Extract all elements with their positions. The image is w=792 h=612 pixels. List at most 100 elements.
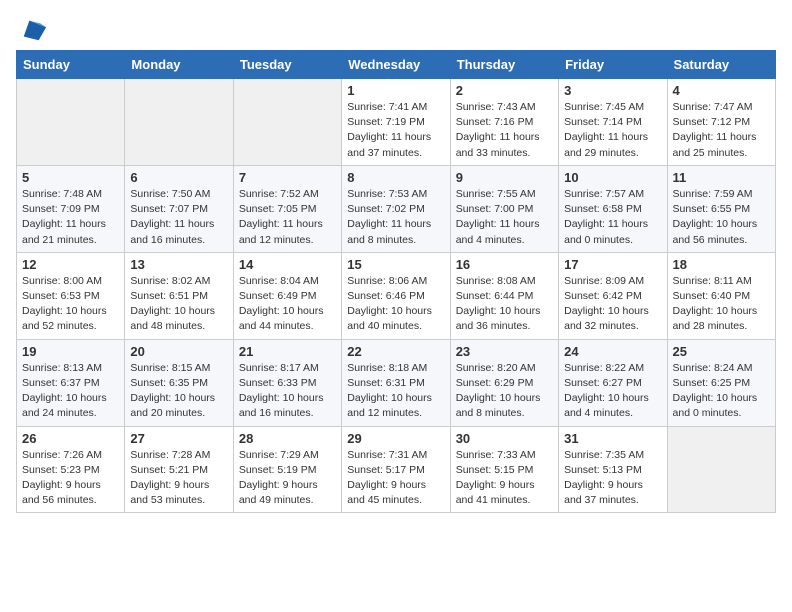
calendar-table: SundayMondayTuesdayWednesdayThursdayFrid… (16, 50, 776, 513)
day-number: 10 (564, 170, 661, 185)
day-info: Sunrise: 8:24 AMSunset: 6:25 PMDaylight:… (673, 361, 770, 422)
calendar-cell: 23 Sunrise: 8:20 AMSunset: 6:29 PMDayligh… (450, 339, 558, 426)
weekday-header-wednesday: Wednesday (342, 51, 450, 79)
day-info: Sunrise: 7:50 AMSunset: 7:07 PMDaylight:… (130, 187, 227, 248)
calendar-cell: 13Sunrise: 8:02 AMSunset: 6:51 PMDayligh… (125, 252, 233, 339)
day-number: 8 (347, 170, 444, 185)
weekday-header-thursday: Thursday (450, 51, 558, 79)
day-info: Sunrise: 8:20 AMSunset: 6:29 PMDaylight:… (456, 361, 553, 422)
day-info: Sunrise: 7:52 AMSunset: 7:05 PMDaylight:… (239, 187, 336, 248)
calendar-cell (125, 79, 233, 166)
weekday-header-tuesday: Tuesday (233, 51, 341, 79)
day-info: Sunrise: 7:29 AMSunset: 5:19 PMDaylight:… (239, 448, 336, 509)
calendar-cell: 26 Sunrise: 7:26 AMSunset: 5:23 PMDayligh… (17, 426, 125, 513)
calendar-cell: 18 Sunrise: 8:11 AMSunset: 6:40 PMDayligh… (667, 252, 775, 339)
day-number: 17 (564, 257, 661, 272)
weekday-header-monday: Monday (125, 51, 233, 79)
day-number: 9 (456, 170, 553, 185)
day-info: Sunrise: 7:41 AMSunset: 7:19 PMDaylight:… (347, 100, 444, 161)
day-number: 14 (239, 257, 336, 272)
calendar-cell: 27 Sunrise: 7:28 AMSunset: 5:21 PMDayligh… (125, 426, 233, 513)
day-number: 30 (456, 431, 553, 446)
day-info: Sunrise: 8:02 AMSunset: 6:51 PMDaylight:… (130, 274, 227, 335)
weekday-header-sunday: Sunday (17, 51, 125, 79)
day-number: 5 (22, 170, 119, 185)
calendar-cell: 25 Sunrise: 8:24 AMSunset: 6:25 PMDayligh… (667, 339, 775, 426)
day-info: Sunrise: 7:55 AMSunset: 7:00 PMDaylight:… (456, 187, 553, 248)
day-number: 12 (22, 257, 119, 272)
calendar-cell: 22Sunrise: 8:18 AMSunset: 6:31 PMDayligh… (342, 339, 450, 426)
day-info: Sunrise: 7:43 AMSunset: 7:16 PMDaylight:… (456, 100, 553, 161)
calendar-cell: 10Sunrise: 7:57 AMSunset: 6:58 PMDayligh… (559, 165, 667, 252)
calendar-cell: 8 Sunrise: 7:53 AMSunset: 7:02 PMDaylight… (342, 165, 450, 252)
calendar-cell: 11 Sunrise: 7:59 AMSunset: 6:55 PMDayligh… (667, 165, 775, 252)
day-info: Sunrise: 8:17 AMSunset: 6:33 PMDaylight:… (239, 361, 336, 422)
day-info: Sunrise: 7:45 AMSunset: 7:14 PMDaylight:… (564, 100, 661, 161)
calendar-cell: 17 Sunrise: 8:09 AMSunset: 6:42 PMDayligh… (559, 252, 667, 339)
calendar-cell: 19 Sunrise: 8:13 AMSunset: 6:37 PMDayligh… (17, 339, 125, 426)
day-number: 20 (130, 344, 227, 359)
day-info: Sunrise: 8:08 AMSunset: 6:44 PMDaylight:… (456, 274, 553, 335)
day-info: Sunrise: 7:26 AMSunset: 5:23 PMDaylight:… (22, 448, 119, 509)
day-info: Sunrise: 8:04 AMSunset: 6:49 PMDaylight:… (239, 274, 336, 335)
day-info: Sunrise: 7:48 AMSunset: 7:09 PMDaylight:… (22, 187, 119, 248)
calendar-cell (667, 426, 775, 513)
day-number: 27 (130, 431, 227, 446)
calendar-cell: 1 Sunrise: 7:41 AMSunset: 7:19 PMDaylight… (342, 79, 450, 166)
day-number: 3 (564, 83, 661, 98)
weekday-header-saturday: Saturday (667, 51, 775, 79)
logo-icon (20, 16, 48, 44)
weekday-header-friday: Friday (559, 51, 667, 79)
day-number: 11 (673, 170, 770, 185)
day-info: Sunrise: 7:53 AMSunset: 7:02 PMDaylight:… (347, 187, 444, 248)
calendar-cell: 14 Sunrise: 8:04 AMSunset: 6:49 PMDayligh… (233, 252, 341, 339)
calendar-cell: 20 Sunrise: 8:15 AMSunset: 6:35 PMDayligh… (125, 339, 233, 426)
day-number: 21 (239, 344, 336, 359)
day-number: 2 (456, 83, 553, 98)
calendar-cell (17, 79, 125, 166)
calendar-cell (233, 79, 341, 166)
day-number: 19 (22, 344, 119, 359)
day-info: Sunrise: 8:15 AMSunset: 6:35 PMDaylight:… (130, 361, 227, 422)
day-info: Sunrise: 8:22 AMSunset: 6:27 PMDaylight:… (564, 361, 661, 422)
day-info: Sunrise: 8:06 AMSunset: 6:46 PMDaylight:… (347, 274, 444, 335)
day-info: Sunrise: 8:13 AMSunset: 6:37 PMDaylight:… (22, 361, 119, 422)
day-info: Sunrise: 7:47 AMSunset: 7:12 PMDaylight:… (673, 100, 770, 161)
day-number: 16 (456, 257, 553, 272)
day-info: Sunrise: 7:59 AMSunset: 6:55 PMDaylight:… (673, 187, 770, 248)
day-number: 23 (456, 344, 553, 359)
calendar-cell: 6 Sunrise: 7:50 AMSunset: 7:07 PMDaylight… (125, 165, 233, 252)
day-info: Sunrise: 7:28 AMSunset: 5:21 PMDaylight:… (130, 448, 227, 509)
day-number: 4 (673, 83, 770, 98)
calendar-cell: 28 Sunrise: 7:29 AMSunset: 5:19 PMDayligh… (233, 426, 341, 513)
calendar-cell: 3 Sunrise: 7:45 AMSunset: 7:14 PMDaylight… (559, 79, 667, 166)
day-number: 18 (673, 257, 770, 272)
logo (16, 16, 48, 44)
day-number: 26 (22, 431, 119, 446)
day-number: 24 (564, 344, 661, 359)
day-number: 31 (564, 431, 661, 446)
calendar-cell: 21 Sunrise: 8:17 AMSunset: 6:33 PMDayligh… (233, 339, 341, 426)
day-info: Sunrise: 8:18 AMSunset: 6:31 PMDaylight:… (347, 361, 444, 422)
calendar-cell: 16 Sunrise: 8:08 AMSunset: 6:44 PMDayligh… (450, 252, 558, 339)
day-number: 1 (347, 83, 444, 98)
calendar-cell: 24 Sunrise: 8:22 AMSunset: 6:27 PMDayligh… (559, 339, 667, 426)
day-number: 28 (239, 431, 336, 446)
calendar-cell: 9 Sunrise: 7:55 AMSunset: 7:00 PMDaylight… (450, 165, 558, 252)
day-info: Sunrise: 7:35 AMSunset: 5:13 PMDaylight:… (564, 448, 661, 509)
day-number: 25 (673, 344, 770, 359)
calendar-cell: 12 Sunrise: 8:00 AMSunset: 6:53 PMDayligh… (17, 252, 125, 339)
day-info: Sunrise: 8:11 AMSunset: 6:40 PMDaylight:… (673, 274, 770, 335)
day-number: 15 (347, 257, 444, 272)
calendar-cell: 30 Sunrise: 7:33 AMSunset: 5:15 PMDayligh… (450, 426, 558, 513)
day-info: Sunrise: 8:09 AMSunset: 6:42 PMDaylight:… (564, 274, 661, 335)
day-info: Sunrise: 8:00 AMSunset: 6:53 PMDaylight:… (22, 274, 119, 335)
day-number: 7 (239, 170, 336, 185)
day-number: 6 (130, 170, 227, 185)
calendar-cell: 31 Sunrise: 7:35 AMSunset: 5:13 PMDayligh… (559, 426, 667, 513)
day-info: Sunrise: 7:33 AMSunset: 5:15 PMDaylight:… (456, 448, 553, 509)
calendar-cell: 15 Sunrise: 8:06 AMSunset: 6:46 PMDayligh… (342, 252, 450, 339)
calendar-cell: 2 Sunrise: 7:43 AMSunset: 7:16 PMDaylight… (450, 79, 558, 166)
calendar-cell: 29Sunrise: 7:31 AMSunset: 5:17 PMDayligh… (342, 426, 450, 513)
calendar-cell: 5 Sunrise: 7:48 AMSunset: 7:09 PMDaylight… (17, 165, 125, 252)
